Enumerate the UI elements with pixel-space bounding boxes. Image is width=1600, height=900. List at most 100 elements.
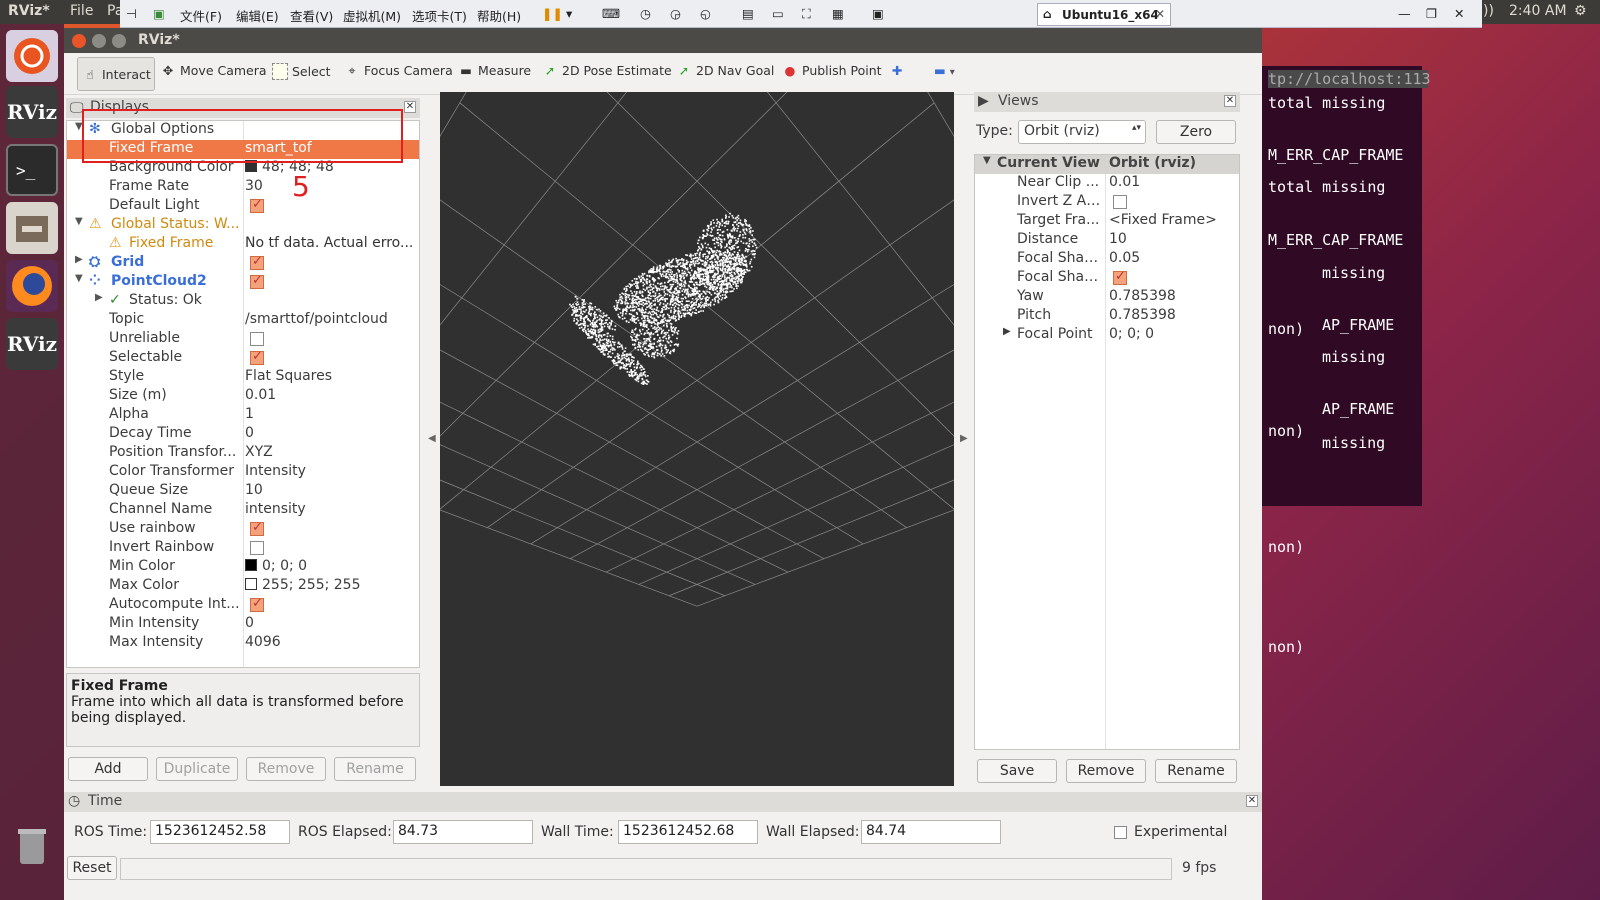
channel-name-value[interactable]: intensity	[245, 501, 417, 517]
tree-row-near-clip[interactable]: Near Clip ... 0.01	[975, 174, 1239, 193]
add-display-button[interactable]: Add	[68, 757, 148, 781]
vm-menu-tabs[interactable]: 选项卡(T)	[412, 6, 467, 25]
vm-pause-icon[interactable]: ❚❚	[542, 6, 563, 21]
close-panel-icon[interactable]: ✕	[1224, 95, 1236, 107]
vm-snapshot-manager-icon[interactable]: ◵	[700, 6, 711, 21]
style-value[interactable]: Flat Squares	[245, 368, 417, 384]
vm-tab-close-icon[interactable]: ✕	[1155, 7, 1165, 21]
vm-menu-view[interactable]: 查看(V)	[290, 6, 333, 25]
tree-row-unreliable[interactable]: Unreliable	[67, 330, 419, 349]
select-tool-button[interactable]: Select	[272, 63, 331, 87]
tree-row-selectable[interactable]: Selectable	[67, 349, 419, 368]
max-intensity-value[interactable]: 4096	[245, 634, 417, 650]
remove-view-button[interactable]: Remove	[1066, 759, 1146, 783]
tree-row-min-color[interactable]: Min Color 0; 0; 0	[67, 558, 419, 577]
focus-camera-tool-button[interactable]: ⌖ Focus Camera	[344, 63, 452, 87]
remove-tool-button[interactable]: ▬ ▾	[934, 63, 955, 87]
tree-row-focal-shape-size[interactable]: Focal Shap... 0.05	[975, 250, 1239, 269]
max-color-value[interactable]: 255; 255; 255	[245, 577, 417, 593]
tree-row-pitch[interactable]: Pitch 0.785398	[975, 307, 1239, 326]
vm-menu-edit[interactable]: 编辑(E)	[236, 6, 279, 25]
pose-estimate-tool-button[interactable]: ➚ 2D Pose Estimate	[542, 63, 672, 87]
vm-thumbnail-icon[interactable]: ▭	[772, 6, 784, 21]
tree-row-grid[interactable]: ▶ ⛭ Grid	[67, 254, 419, 273]
vm-fullscreen-icon[interactable]: ⛶	[802, 6, 811, 22]
vm-tab[interactable]: ⌂ Ubuntu16_x64 ✕	[1037, 3, 1171, 26]
vm-close-icon[interactable]: ✕	[1454, 6, 1464, 21]
focal-point-value[interactable]: 0; 0; 0	[1109, 326, 1154, 342]
vm-console-icon[interactable]: ▣	[872, 6, 884, 21]
tree-row-color-transformer[interactable]: Color Transformer Intensity	[67, 463, 419, 482]
position-transformer-value[interactable]: XYZ	[245, 444, 417, 460]
nav-goal-tool-button[interactable]: ➚ 2D Nav Goal	[676, 63, 775, 87]
add-tool-button[interactable]: ✚	[892, 63, 902, 87]
vm-sidebar-icon[interactable]: ▤	[742, 6, 754, 21]
vm-unity-icon[interactable]: ▦	[832, 6, 844, 21]
autocompute-intensity-checkbox[interactable]	[250, 596, 264, 612]
ros-elapsed-field[interactable]: 84.73	[393, 820, 533, 844]
frame-rate-value[interactable]: 30	[245, 178, 417, 194]
tree-row-current-view[interactable]: ▼ Current View Orbit (rviz)	[975, 155, 1239, 174]
vm-maximize-icon[interactable]: ❐	[1426, 6, 1437, 21]
pitch-value[interactable]: 0.785398	[1109, 307, 1176, 323]
tree-row-max-intensity[interactable]: Max Intensity 4096	[67, 634, 419, 653]
alpha-value[interactable]: 1	[245, 406, 417, 422]
duplicate-display-button[interactable]: Duplicate	[156, 757, 238, 781]
use-rainbow-checkbox[interactable]	[250, 520, 264, 536]
vm-minimize-icon[interactable]: —	[1398, 6, 1411, 21]
terminal-window[interactable]: tp://localhost:113 total missing M_ERR_C…	[1262, 66, 1431, 506]
focal-shape-size-value[interactable]: 0.05	[1109, 250, 1140, 266]
firefox-launcher-icon[interactable]	[6, 260, 58, 312]
size-value[interactable]: 0.01	[245, 387, 417, 403]
min-color-value[interactable]: 0; 0; 0	[245, 558, 417, 574]
vm-menu-vm[interactable]: 虚拟机(M)	[343, 6, 401, 25]
tree-row-default-light[interactable]: Default Light	[67, 197, 419, 216]
minimize-window-button[interactable]	[92, 34, 106, 48]
vm-app-icon[interactable]: ▣	[153, 6, 165, 21]
collapse-arrow-icon[interactable]: ▶	[95, 292, 103, 303]
tree-row-use-rainbow[interactable]: Use rainbow	[67, 520, 419, 539]
close-panel-icon[interactable]: ✕	[1246, 795, 1258, 807]
close-panel-icon[interactable]: ✕	[404, 101, 416, 113]
vm-menu-file[interactable]: 文件(F)	[180, 6, 222, 25]
ros-time-field[interactable]: 1523612452.58	[150, 820, 290, 844]
tree-row-invert-z-axis[interactable]: Invert Z Axis	[975, 193, 1239, 212]
tree-row-global-status[interactable]: ▼ ⚠ Global Status: W...	[67, 216, 419, 235]
tree-row-min-intensity[interactable]: Min Intensity 0	[67, 615, 419, 634]
tree-row-fixed-frame-status[interactable]: ⚠ Fixed Frame No tf data. Actual erro...	[67, 235, 419, 254]
expand-arrow-icon[interactable]: ▼	[983, 155, 991, 166]
wall-time-field[interactable]: 1523612452.68	[618, 820, 758, 844]
wall-elapsed-field[interactable]: 84.74	[861, 820, 1001, 844]
selectable-checkbox[interactable]	[250, 349, 264, 365]
rename-view-button[interactable]: Rename	[1155, 759, 1237, 783]
pointcloud-enabled-checkbox[interactable]	[250, 273, 264, 289]
grid-enabled-checkbox[interactable]	[250, 254, 264, 270]
rviz-launcher-icon-2[interactable]: RViz	[6, 318, 58, 370]
color-transformer-value[interactable]: Intensity	[245, 463, 417, 479]
default-light-checkbox[interactable]	[250, 197, 264, 213]
reset-button[interactable]: Reset	[67, 856, 117, 880]
tree-row-pointcloud2[interactable]: ▼ ⁘ PointCloud2	[67, 273, 419, 292]
maximize-window-button[interactable]	[112, 34, 126, 48]
collapse-arrow-icon[interactable]: ▶	[75, 254, 83, 265]
remove-display-button[interactable]: Remove	[246, 757, 326, 781]
expand-arrow-icon[interactable]: ▼	[75, 216, 83, 227]
experimental-checkbox[interactable]	[1114, 826, 1127, 839]
terminal-launcher-icon[interactable]: >_	[6, 144, 58, 196]
tree-row-autocompute-intensity[interactable]: Autocompute Int...	[67, 596, 419, 615]
collapse-right-arrow-icon[interactable]: ▶	[960, 433, 968, 444]
vm-pin-icon[interactable]: ⊣	[126, 6, 137, 21]
tree-row-target-frame[interactable]: Target Fra... <Fixed Frame>	[975, 212, 1239, 231]
min-intensity-value[interactable]: 0	[245, 615, 417, 631]
tree-row-decay-time[interactable]: Decay Time 0	[67, 425, 419, 444]
tree-row-invert-rainbow[interactable]: Invert Rainbow	[67, 539, 419, 558]
topic-value[interactable]: /smarttof/pointcloud	[245, 311, 417, 327]
trash-icon[interactable]	[6, 820, 58, 872]
close-window-button[interactable]	[72, 34, 86, 48]
publish-point-tool-button[interactable]: ● Publish Point	[782, 63, 882, 87]
invert-z-axis-checkbox[interactable]	[1113, 195, 1127, 209]
volume-icon[interactable]: ))	[1483, 3, 1494, 19]
tree-row-max-color[interactable]: Max Color 255; 255; 255	[67, 577, 419, 596]
tree-row-alpha[interactable]: Alpha 1	[67, 406, 419, 425]
measure-tool-button[interactable]: ▬ Measure	[458, 63, 531, 87]
